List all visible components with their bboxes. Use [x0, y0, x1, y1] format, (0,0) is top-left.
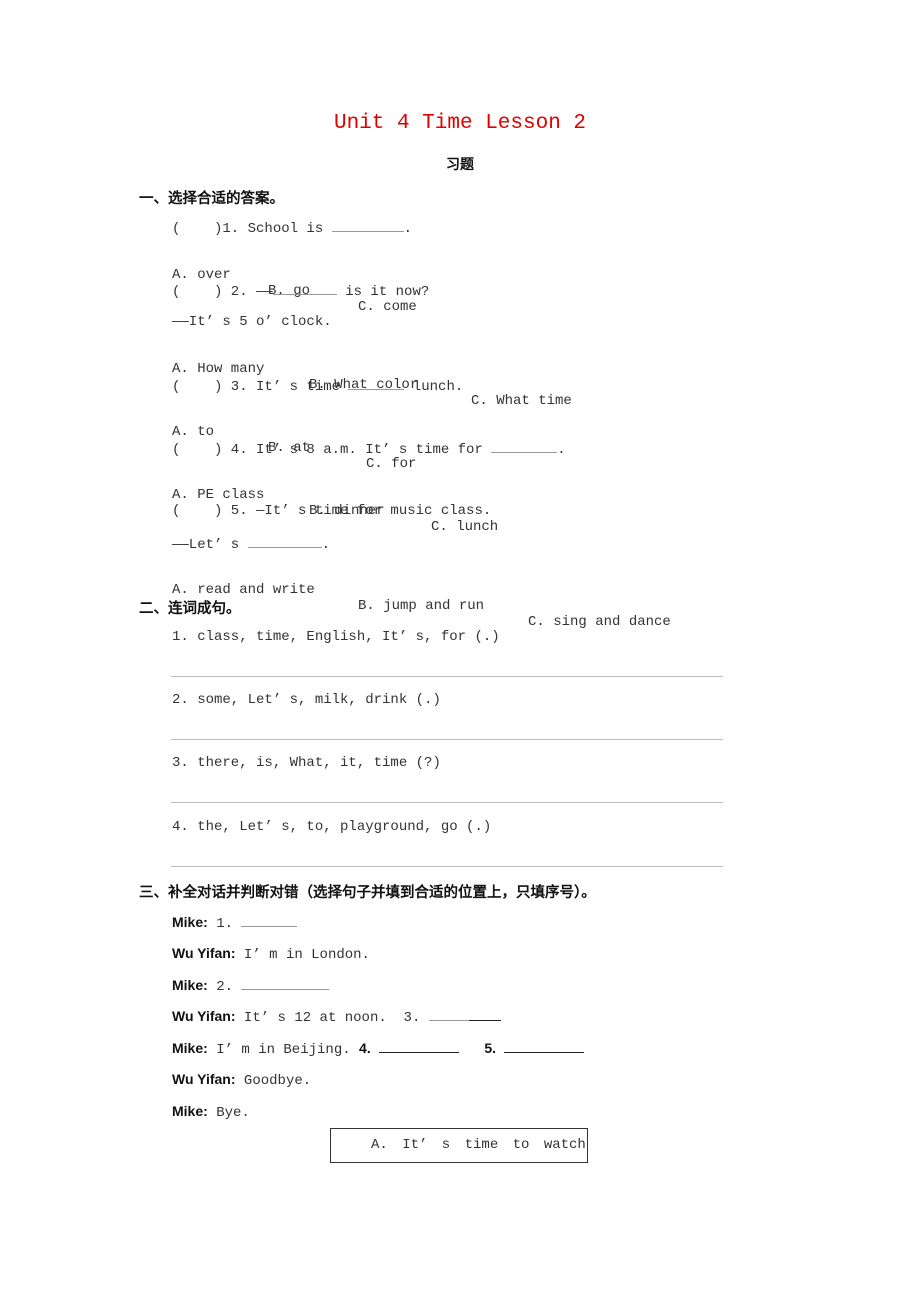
question-1-suffix: .: [403, 221, 413, 237]
question-2-options: A. How many B. What color C. What time: [172, 345, 772, 409]
question-1-stem: ( )1. School is: [172, 221, 332, 237]
dialogue-line-6: Wu Yifan: Goodbye.: [172, 1071, 311, 1089]
section2-heading: 二、连词成句。: [139, 601, 241, 617]
answer-blank[interactable]: [241, 977, 330, 990]
answer-line-2[interactable]: [171, 739, 723, 740]
speaker-mike: Mike:: [172, 914, 208, 930]
sentence-options-box: A. It’ s time to watch: [330, 1128, 588, 1163]
answer-blank[interactable]: [247, 535, 322, 548]
dialogue-text: Bye.: [207, 1105, 250, 1121]
option-b: B. jump and run: [358, 598, 485, 614]
speaker-mike: Mike:: [172, 1103, 208, 1119]
dialogue-line-2: Wu Yifan: I’ m in London.: [172, 945, 370, 963]
option-c: C. sing and dance: [528, 614, 671, 630]
speaker-wu-yifan: Wu Yifan:: [172, 1071, 236, 1087]
section1-heading: 一、选择合适的答案。: [139, 191, 284, 207]
worksheet-subtitle: 习题: [446, 157, 474, 173]
question-3-stem: ( ) 3. It’ s time: [172, 379, 349, 395]
answer-blank[interactable]: [272, 282, 337, 295]
question-4-options: A. PE class B. dinner C. lunch: [172, 471, 772, 535]
question-5-reply-prefix: ——Let’ s: [172, 537, 248, 553]
reorder-item-2: 2. some, Let’ s, milk, drink (.): [172, 692, 441, 708]
blank-number-4: 4.: [359, 1040, 371, 1056]
answer-blank[interactable]: [348, 377, 405, 390]
worksheet-title: Unit 4 Time Lesson 2: [333, 112, 587, 135]
answer-blank[interactable]: [331, 219, 404, 232]
question-5: ( ) 5. —It’ s time for music class.: [172, 503, 492, 519]
reorder-item-1: 1. class, time, English, It’ s, for (.): [172, 629, 500, 645]
answer-blank[interactable]: [504, 1040, 585, 1053]
answer-blank[interactable]: [468, 1008, 501, 1021]
dialogue-line-3: Mike: 2.: [172, 977, 330, 995]
answer-line-3[interactable]: [171, 802, 723, 803]
option-c: C. come: [358, 299, 417, 315]
option-a: A. over: [172, 267, 231, 283]
option-c: C. What time: [471, 393, 572, 409]
speaker-mike: Mike:: [172, 977, 208, 993]
section3-heading: 三、补全对话并判断对错（选择句子并填到合适的位置上，只填序号）。: [139, 885, 596, 901]
answer-line-1[interactable]: [171, 676, 723, 677]
question-5-options: A. read and write B. jump and run C. sin…: [172, 566, 772, 630]
question-1: ( )1. School is .: [172, 219, 412, 237]
question-5-reply-suffix: .: [321, 537, 331, 553]
worksheet-page: Unit 4 Time Lesson 2 习题 一、选择合适的答案。 ( )1.…: [0, 0, 920, 1302]
question-1-options: A. over B. go C. come: [172, 251, 772, 315]
option-c: C. lunch: [431, 519, 499, 535]
option-a: A. How many: [172, 361, 265, 377]
question-5-reply: ——Let’ s .: [172, 535, 330, 553]
dialogue-text: It’ s 12 at noon. 3.: [235, 1010, 429, 1026]
question-2-reply: ——It’ s 5 o’ clock.: [172, 314, 332, 330]
dialogue-text: Goodbye.: [235, 1073, 312, 1089]
answer-blank[interactable]: [241, 914, 298, 927]
dialogue-line-5: Mike: I’ m in Beijing. 4. 5.: [172, 1040, 585, 1058]
blank-number-5: 5.: [484, 1040, 497, 1056]
question-3-options: A. to B. at C. for: [172, 408, 772, 472]
answer-blank[interactable]: [379, 1040, 460, 1053]
reorder-item-3: 3. there, is, What, it, time (?): [172, 755, 441, 771]
dialogue-line-4: Wu Yifan: It’ s 12 at noon. 3.: [172, 1008, 501, 1026]
option-a: A. to: [172, 424, 215, 440]
dialogue-text: I’ m in Beijing.: [207, 1042, 360, 1058]
speaker-wu-yifan: Wu Yifan:: [172, 1008, 236, 1024]
reorder-item-4: 4. the, Let’ s, to, playground, go (.): [172, 819, 492, 835]
dialogue-text: 2.: [207, 979, 242, 995]
dialogue-text: I’ m in London.: [235, 947, 370, 963]
question-2-stem: ( ) 2. ——: [172, 284, 273, 300]
question-4-suffix: .: [557, 442, 566, 458]
question-2-suffix: is it now?: [336, 284, 430, 300]
option-c: C. for: [366, 456, 417, 472]
question-4-stem: ( ) 4. It’ s 8 a.m. It’ s time for: [172, 442, 492, 458]
question-3: ( ) 3. It’ s time lunch.: [172, 377, 463, 395]
question-3-suffix: lunch.: [404, 379, 464, 395]
dialogue-text: 1.: [207, 916, 242, 932]
answer-blank[interactable]: [491, 440, 558, 453]
speaker-wu-yifan: Wu Yifan:: [172, 945, 236, 961]
dialogue-line-7: Mike: Bye.: [172, 1103, 250, 1121]
sentence-option-a: A. It’ s time to watch: [371, 1137, 586, 1153]
speaker-mike: Mike:: [172, 1040, 208, 1056]
option-a: A. PE class: [172, 487, 265, 503]
question-4: ( ) 4. It’ s 8 a.m. It’ s time for .: [172, 440, 566, 458]
answer-line-4[interactable]: [171, 866, 723, 867]
question-2: ( ) 2. —— is it now?: [172, 282, 429, 300]
option-a: A. read and write: [172, 582, 315, 598]
answer-blank[interactable]: [428, 1008, 469, 1021]
dialogue-line-1: Mike: 1.: [172, 914, 298, 932]
